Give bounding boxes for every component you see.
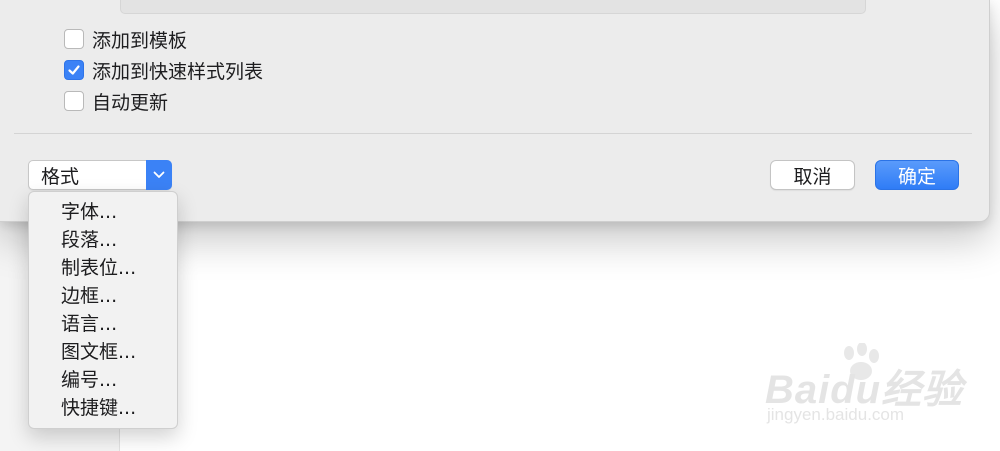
chevron-down-icon[interactable] [146, 160, 172, 190]
add-to-template-option[interactable]: 添加到模板 [64, 27, 188, 52]
menu-item-language[interactable]: 语言... [29, 310, 177, 338]
separator [14, 133, 972, 134]
watermark-url: jingyen.baidu.com [767, 405, 905, 424]
modify-style-dialog: 添加到模板 添加到快速样式列表 自动更新 格式 取消 确定 [0, 0, 990, 222]
format-popup-label: 格式 [41, 165, 80, 188]
baidu-watermark: Baidu经验 jingyen.baidu.com [765, 343, 965, 433]
menu-item-tabs[interactable]: 制表位... [29, 254, 177, 282]
style-preview-box [120, 0, 866, 14]
add-to-template-label: 添加到模板 [92, 29, 188, 52]
menu-item-paragraph[interactable]: 段落... [29, 226, 177, 254]
menu-item-numbering[interactable]: 编号... [29, 366, 177, 394]
menu-item-frame[interactable]: 图文框... [29, 338, 177, 366]
auto-update-label: 自动更新 [92, 91, 169, 114]
auto-update-option[interactable]: 自动更新 [64, 89, 169, 114]
ok-button[interactable]: 确定 [875, 160, 959, 190]
menu-item-borders[interactable]: 边框... [29, 282, 177, 310]
menu-item-font[interactable]: 字体... [29, 198, 177, 226]
add-to-template-checkbox[interactable] [64, 29, 84, 49]
auto-update-checkbox[interactable] [64, 91, 84, 111]
add-to-quick-style-label: 添加到快速样式列表 [92, 60, 264, 83]
format-popup-button[interactable]: 格式 [28, 160, 172, 190]
add-to-quick-style-option[interactable]: 添加到快速样式列表 [64, 58, 264, 83]
cancel-button[interactable]: 取消 [770, 160, 855, 190]
menu-item-shortcut-keys[interactable]: 快捷键... [29, 394, 177, 422]
add-to-quick-style-checkbox[interactable] [64, 60, 84, 80]
checkmark-icon [68, 65, 80, 75]
format-dropdown-menu: 字体... 段落... 制表位... 边框... 语言... 图文框... 编号… [28, 191, 178, 429]
